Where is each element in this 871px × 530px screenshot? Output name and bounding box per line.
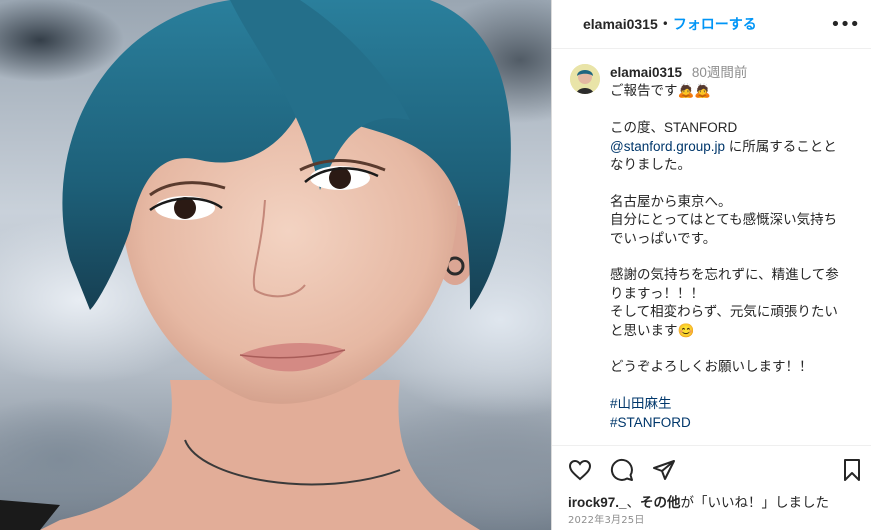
comment-icon[interactable] xyxy=(610,458,636,484)
header-username[interactable]: elamai0315 xyxy=(583,16,658,32)
caption-time[interactable]: 80週間前 xyxy=(692,65,748,80)
post-date[interactable]: 2022年3月25日 xyxy=(568,511,645,526)
caption-username[interactable]: elamai0315 xyxy=(610,65,682,80)
post-photo[interactable] xyxy=(0,0,551,530)
hashtag-link[interactable]: #山田麻生 xyxy=(610,396,672,411)
share-icon[interactable] xyxy=(652,458,678,484)
mention-link[interactable]: @stanford.group.jp xyxy=(610,139,725,154)
likes-separator: 、 xyxy=(626,495,641,510)
more-options-icon[interactable]: ••• xyxy=(830,14,860,35)
post-caption: elamai0315 80週間前 ご報告です🙇🙇 この度、STANFORD @s… xyxy=(552,50,871,445)
liker-username[interactable]: irock97._ xyxy=(568,495,627,510)
hashtag-link[interactable]: #STANFORD xyxy=(610,415,691,430)
header-separator-dot: • xyxy=(661,17,669,31)
caption-line: 名古屋から東京へ。 xyxy=(610,193,732,209)
follow-button[interactable]: フォローする xyxy=(673,14,757,34)
likes-suffix: が「いいね！」しました xyxy=(680,495,830,510)
caption-line: @stanford.group.jp に所属することと xyxy=(610,138,839,156)
post-header: elamai0315 • フォローする ••• xyxy=(552,0,871,49)
caption-line: ご報告です🙇🙇 xyxy=(610,83,712,99)
post-actions: irock97._、その他が「いいね！」しました 2022年3月25日 xyxy=(552,445,871,530)
caption-line: なりました。 xyxy=(610,157,691,173)
heart-icon[interactable] xyxy=(568,458,594,484)
caption-line: りますっ！！！ xyxy=(610,285,704,301)
avatar[interactable] xyxy=(570,64,600,94)
portrait-image xyxy=(0,0,511,530)
caption-line: 感謝の気持ちを忘れずに、精進して参 xyxy=(610,267,839,283)
avatar-image xyxy=(570,64,600,94)
likes-others-link[interactable]: その他 xyxy=(640,495,681,510)
caption-line: どうぞよろしくお願いします！！ xyxy=(610,359,813,375)
save-icon[interactable] xyxy=(840,458,866,484)
caption-text: ご報告です🙇🙇 この度、STANFORD @stanford.group.jp … xyxy=(610,82,839,432)
likes-summary: irock97._、その他が「いいね！」しました xyxy=(568,491,829,511)
caption-line: そして相変わらず、元気に頑張りたい xyxy=(610,304,838,320)
caption-line-rest: に所属することと xyxy=(725,138,837,154)
caption-line: と思います😊 xyxy=(610,322,695,338)
caption-line: この度、STANFORD xyxy=(610,120,738,136)
post-sidebar: elamai0315 • フォローする ••• elamai0315 80週間前 xyxy=(551,0,871,530)
caption-line: でいっぱいです。 xyxy=(610,230,717,246)
caption-line: 自分にとってはとても感慨深い気持ち xyxy=(610,212,838,228)
